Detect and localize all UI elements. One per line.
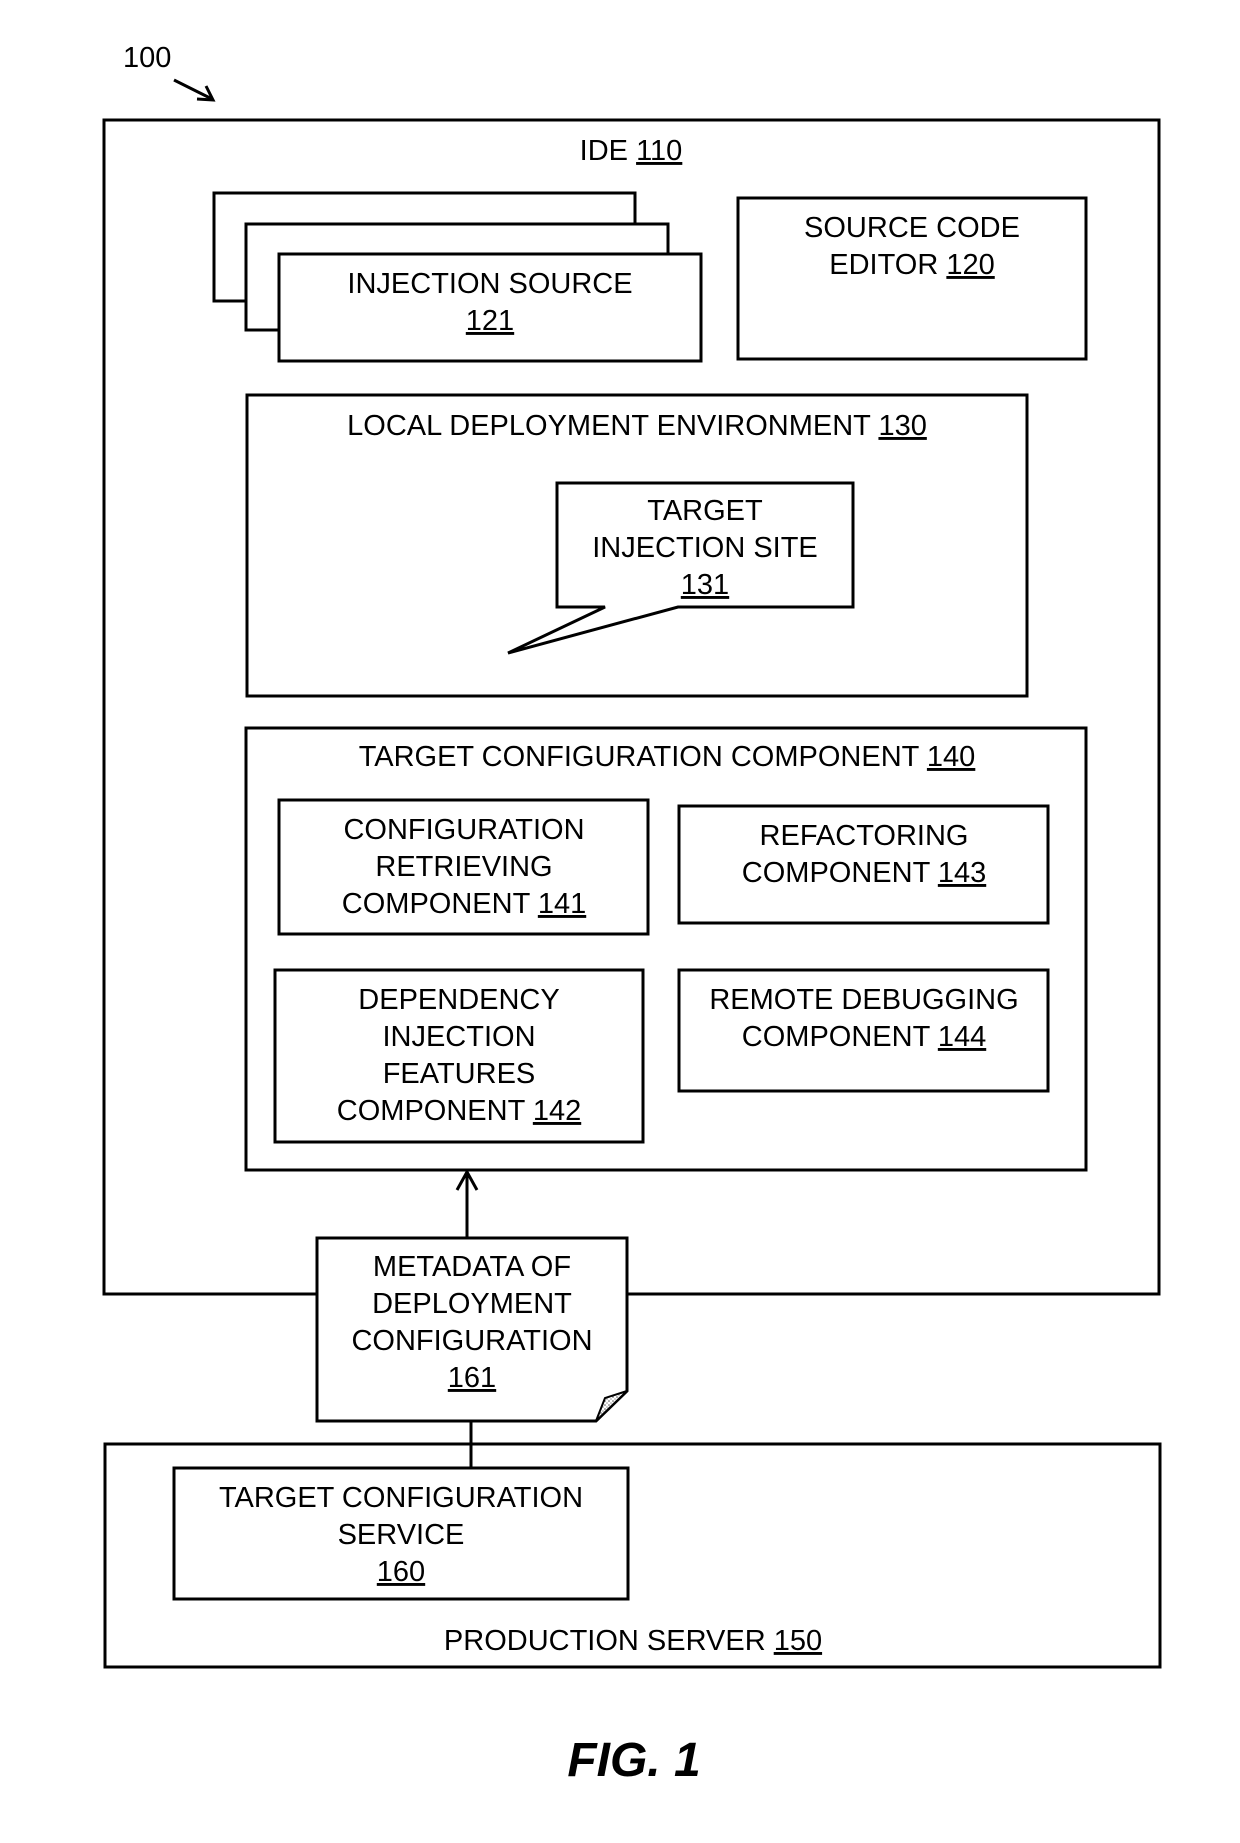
ide-title: IDE 110 <box>580 135 683 167</box>
target-configuration-service: TARGET CONFIGURATION SERVICE 160 <box>172 1466 630 1601</box>
metadata-ref: 161 <box>448 1362 496 1394</box>
metadata-line2: DEPLOYMENT <box>372 1288 572 1320</box>
injection-source-label: INJECTION SOURCE <box>347 268 632 300</box>
remote-debugging-line1: REMOTE DEBUGGING <box>709 984 1018 1016</box>
target-injection-site-ref: 131 <box>681 569 729 601</box>
figure-ref-number: 100 <box>123 42 171 74</box>
figure-canvas: 100 IDE 110 INJECTION SOURCE 121 SOURCE … <box>102 42 1162 1787</box>
refactoring-component: REFACTORING COMPONENT 143 <box>677 804 1050 925</box>
metadata-line1: METADATA OF <box>373 1251 571 1283</box>
injection-source-ref: 121 <box>466 305 514 337</box>
target-configuration-service-ref: 160 <box>377 1556 425 1588</box>
production-server: PRODUCTION SERVER 150 TARGET CONFIGURATI… <box>103 1442 1162 1669</box>
dependency-injection-features-component: DEPENDENCY INJECTION FEATURES COMPONENT … <box>273 968 645 1144</box>
dependency-injection-line3: FEATURES <box>383 1058 536 1090</box>
target-injection-site-label-line2: INJECTION SITE <box>592 532 818 564</box>
refactoring-component-line2: COMPONENT 143 <box>742 857 986 889</box>
configuration-retrieving-component: CONFIGURATION RETRIEVING COMPONENT 141 <box>277 798 650 936</box>
target-configuration-component: TARGET CONFIGURATION COMPONENT 140 CONFI… <box>244 726 1088 1172</box>
source-code-editor-label-line2: EDITOR 120 <box>829 249 995 281</box>
injection-source-stack: INJECTION SOURCE 121 <box>212 191 703 363</box>
source-code-editor-label-line1: SOURCE CODE <box>804 212 1020 244</box>
remote-debugging-line2: COMPONENT 144 <box>742 1021 986 1053</box>
refactoring-component-line1: REFACTORING <box>760 820 969 852</box>
figure-ref-arrow-icon <box>173 78 216 102</box>
target-configuration-component-title: TARGET CONFIGURATION COMPONENT 140 <box>359 741 976 773</box>
production-server-title: PRODUCTION SERVER 150 <box>444 1625 822 1657</box>
local-deployment-environment-title: LOCAL DEPLOYMENT ENVIRONMENT 130 <box>347 410 927 442</box>
metadata-of-deployment-configuration-document: METADATA OF DEPLOYMENT CONFIGURATION 161 <box>315 1236 629 1423</box>
target-configuration-service-line1: TARGET CONFIGURATION <box>219 1482 583 1514</box>
remote-debugging-component: REMOTE DEBUGGING COMPONENT 144 <box>677 968 1050 1093</box>
metadata-line3: CONFIGURATION <box>351 1325 592 1357</box>
dependency-injection-line4: COMPONENT 142 <box>337 1095 581 1127</box>
source-code-editor: SOURCE CODE EDITOR 120 <box>736 196 1088 361</box>
target-injection-site-label-line1: TARGET <box>647 495 763 527</box>
figure-caption: FIG. 1 <box>567 1734 700 1787</box>
target-configuration-service-line2: SERVICE <box>338 1519 465 1551</box>
local-deployment-environment: LOCAL DEPLOYMENT ENVIRONMENT 130 TARGET … <box>245 393 1029 698</box>
configuration-retrieving-line1: CONFIGURATION <box>343 814 584 846</box>
dependency-injection-line2: INJECTION <box>382 1021 535 1053</box>
dependency-injection-line1: DEPENDENCY <box>358 984 559 1016</box>
configuration-retrieving-line2: RETRIEVING <box>375 851 552 883</box>
configuration-retrieving-line3: COMPONENT 141 <box>342 888 586 920</box>
